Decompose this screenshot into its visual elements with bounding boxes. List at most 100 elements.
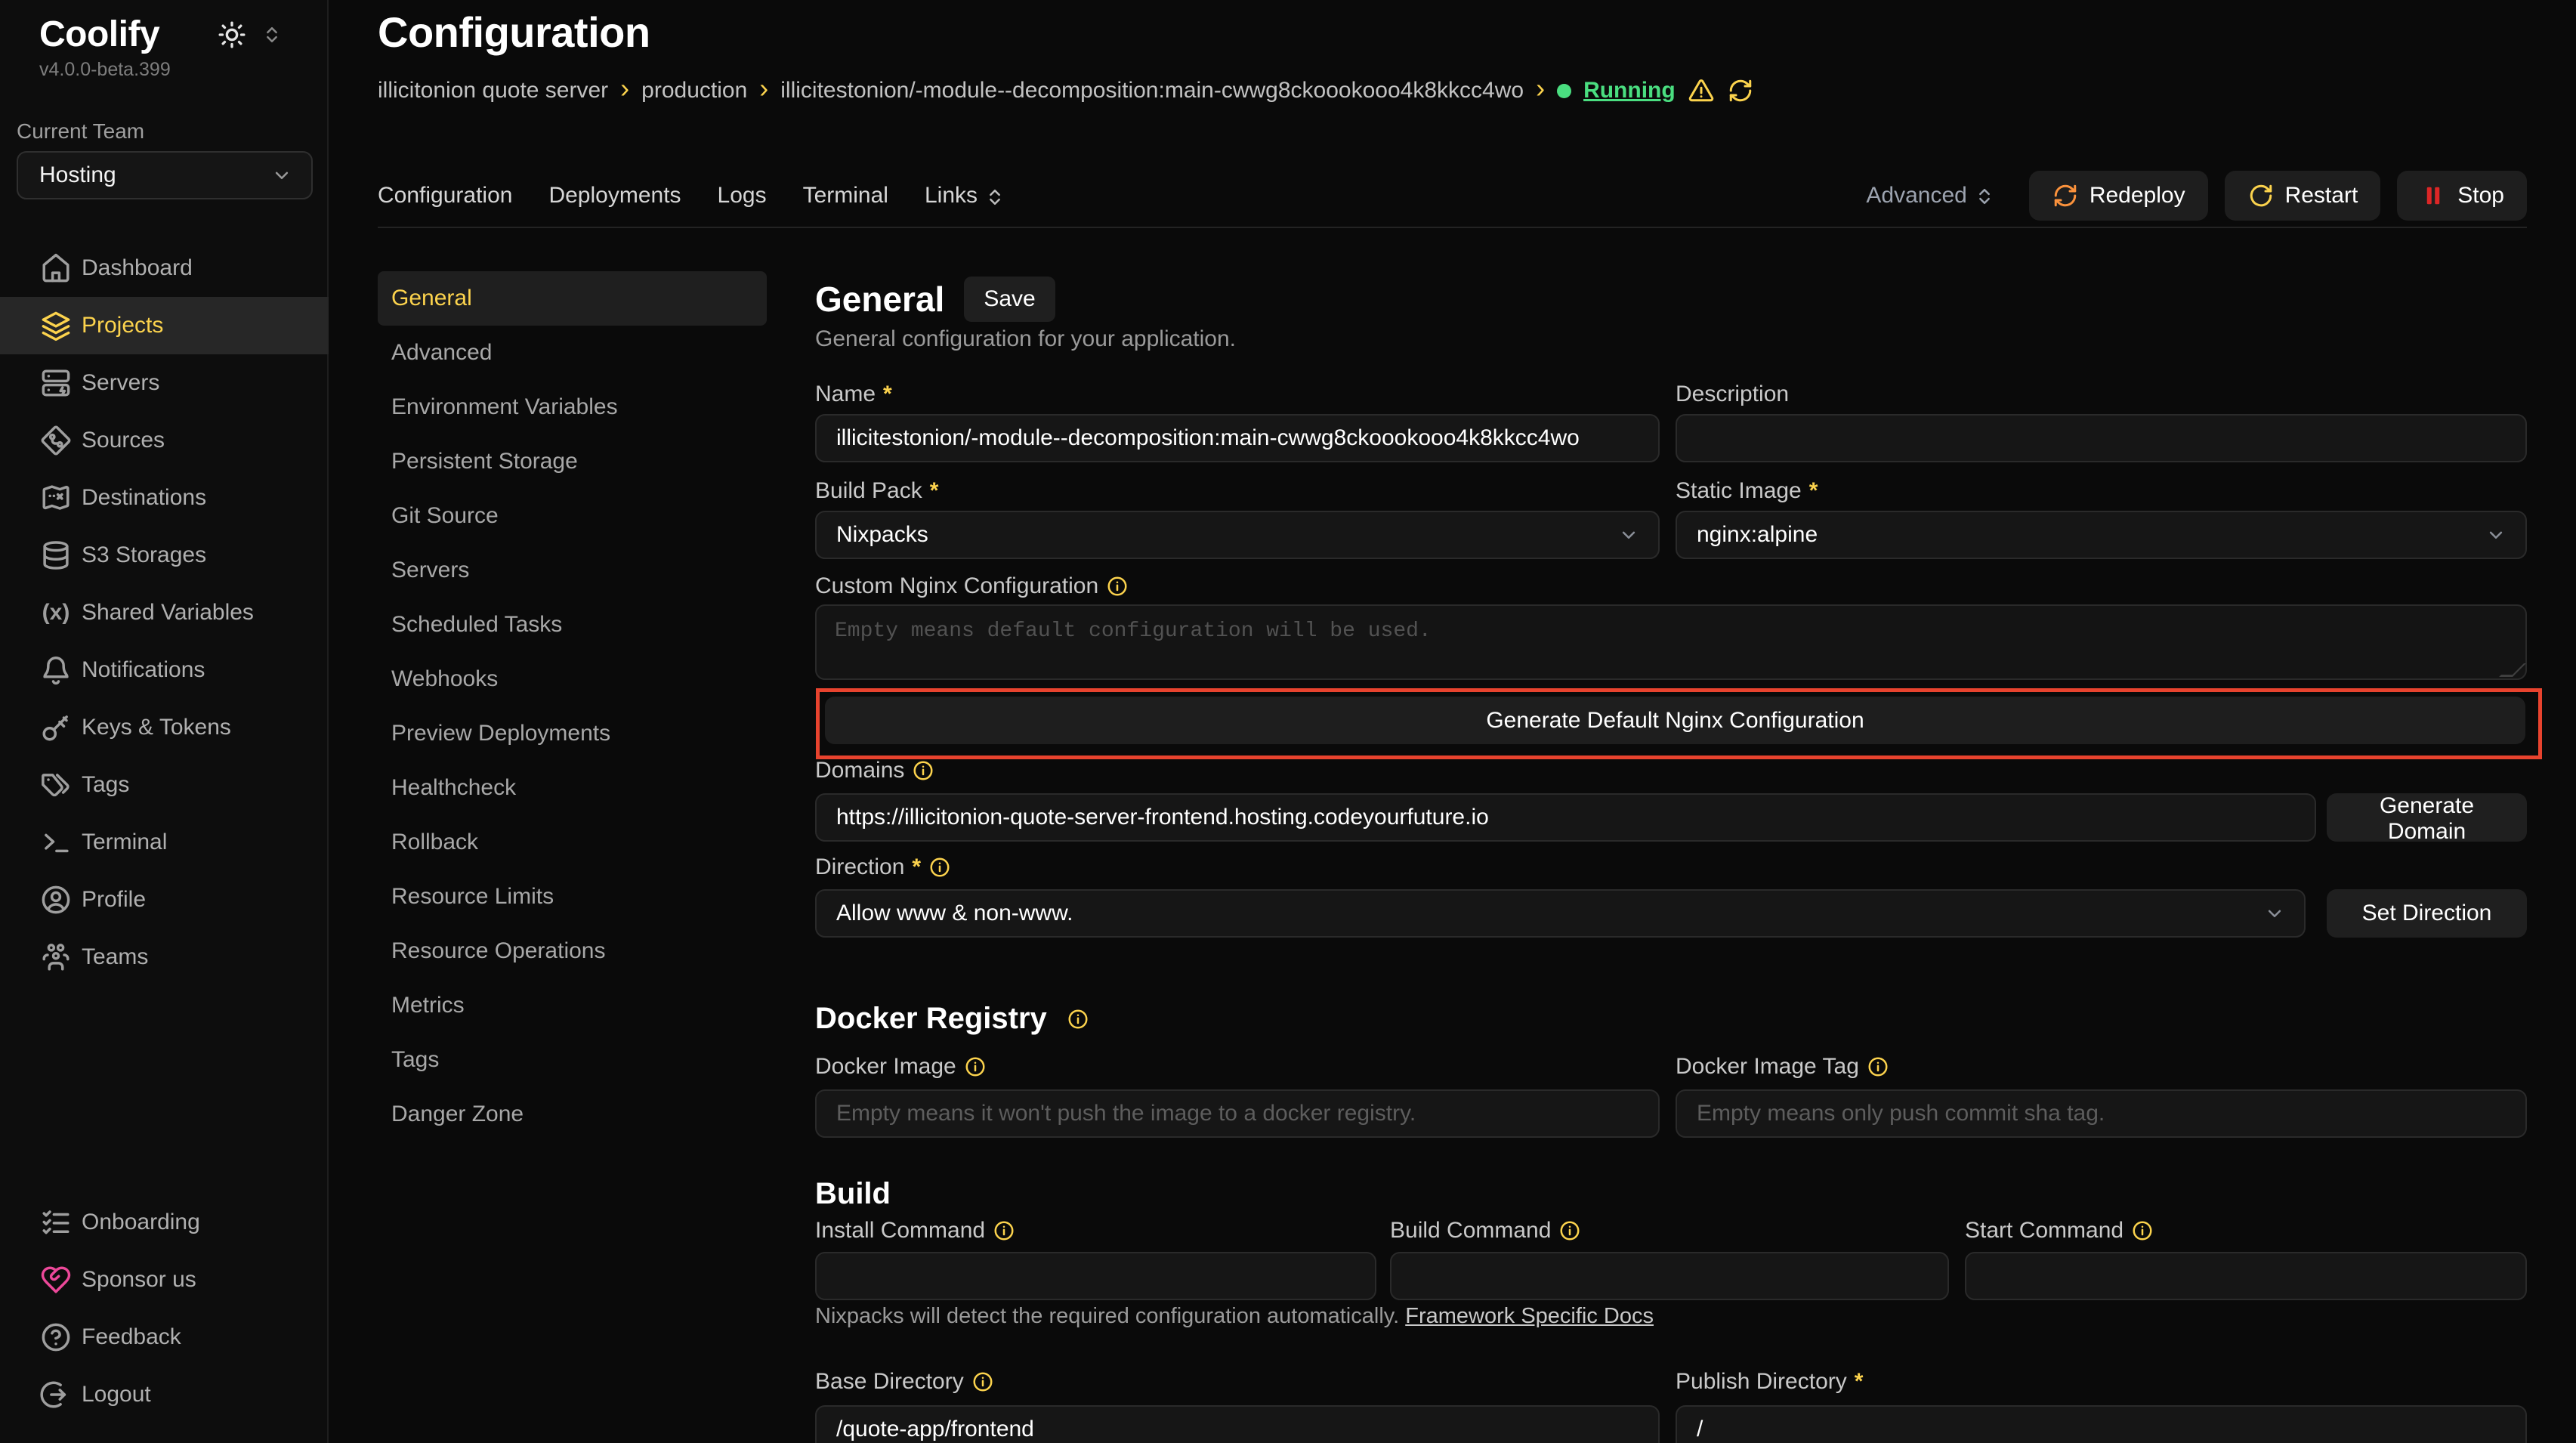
config-nav-healthcheck[interactable]: Healthcheck [378,761,767,815]
chevron-down-icon [1617,524,1640,546]
docker-image-input[interactable] [815,1089,1660,1138]
name-input[interactable] [815,414,1660,462]
build-command-input[interactable] [1390,1252,1949,1300]
config-nav-resource-limits[interactable]: Resource Limits [378,870,767,924]
checklist-icon [39,1206,73,1239]
info-icon[interactable] [928,856,951,879]
sidebar-item-teams[interactable]: Teams [0,929,329,986]
sidebar-item-tags[interactable]: Tags [0,756,329,814]
sidebar-item-keys-tokens[interactable]: Keys & Tokens [0,699,329,756]
current-team-label: Current Team [17,119,144,144]
general-subtitle: General configuration for your applicati… [815,326,1236,352]
docker-image-tag-input[interactable] [1676,1089,2527,1138]
sidebar-item-onboarding[interactable]: Onboarding [0,1194,329,1251]
chevron-down-icon [2485,524,2507,546]
start-command-input[interactable] [1965,1252,2527,1300]
info-icon[interactable] [971,1370,994,1393]
build-pack-value: Nixpacks [836,522,1617,548]
config-nav-rollback[interactable]: Rollback [378,815,767,870]
tab-deployments[interactable]: Deployments [548,183,681,209]
sidebar-nav: DashboardProjectsServersSourcesDestinati… [0,239,329,986]
sidebar-item-feedback[interactable]: Feedback [0,1309,329,1366]
static-image-value: nginx:alpine [1697,522,2485,548]
build-heading: Build [815,1177,891,1211]
info-icon[interactable] [1558,1219,1581,1242]
logout-icon [39,1378,73,1411]
framework-docs-link[interactable]: Framework Specific Docs [1405,1304,1654,1328]
sidebar-item-label: Terminal [82,830,167,855]
base-directory-label: Base Directory [815,1369,964,1395]
config-nav-persistent-storage[interactable]: Persistent Storage [378,434,767,489]
breadcrumb-segment[interactable]: illicitonion quote server [378,78,608,104]
config-nav-webhooks[interactable]: Webhooks [378,652,767,706]
sidebar-item-label: Shared Variables [82,600,254,626]
config-nav-servers[interactable]: Servers [378,543,767,598]
sidebar-item-dashboard[interactable]: Dashboard [0,239,329,297]
help-circle-icon [39,1321,73,1354]
info-icon[interactable] [964,1055,987,1078]
chevron-down-icon [270,164,293,187]
page-title: Configuration [378,8,650,57]
sidebar-item-sources[interactable]: Sources [0,412,329,469]
publish-directory-input[interactable] [1676,1405,2527,1443]
description-input[interactable] [1676,414,2527,462]
info-icon[interactable] [2131,1219,2154,1242]
theme-sun-icon[interactable] [217,20,247,50]
config-nav-tags[interactable]: Tags [378,1033,767,1087]
sidebar-item-shared-variables[interactable]: (x) Shared Variables [0,584,329,641]
generate-nginx-config-button[interactable]: Generate Default Nginx Configuration [825,697,2525,744]
publish-directory-label: Publish Directory [1676,1369,1847,1395]
tab-label: Logs [718,183,767,209]
required-asterisk: * [930,478,939,504]
config-nav-metrics[interactable]: Metrics [378,978,767,1033]
info-icon[interactable] [1867,1055,1889,1078]
config-nav-git-source[interactable]: Git Source [378,489,767,543]
tab-configuration[interactable]: Configuration [378,183,512,209]
sidebar-item-terminal[interactable]: Terminal [0,814,329,871]
info-icon[interactable] [1067,1008,1089,1030]
domains-input[interactable] [815,793,2316,842]
config-nav-general[interactable]: General [378,271,767,326]
config-nav-advanced[interactable]: Advanced [378,326,767,380]
build-pack-select[interactable]: Nixpacks [815,511,1660,559]
set-direction-button[interactable]: Set Direction [2327,889,2527,938]
team-select[interactable]: Hosting [17,151,313,199]
domains-label: Domains [815,758,904,783]
base-directory-input[interactable] [815,1405,1660,1443]
sidebar-item-destinations[interactable]: Destinations [0,469,329,527]
nginx-config-textarea[interactable] [815,604,2527,680]
sidebar-item-sponsor-us[interactable]: Sponsor us [0,1251,329,1309]
sidebar-item-servers[interactable]: Servers [0,354,329,412]
sidebar-item-profile[interactable]: Profile [0,871,329,929]
info-icon[interactable] [912,759,934,782]
info-icon[interactable] [993,1219,1015,1242]
install-command-input[interactable] [815,1252,1376,1300]
static-image-select[interactable]: nginx:alpine [1676,511,2527,559]
theme-switcher-chevrons-icon[interactable] [261,23,283,46]
direction-select[interactable]: Allow www & non-www. [815,889,2306,938]
breadcrumb-segment[interactable]: production [641,78,747,104]
config-nav-danger-zone[interactable]: Danger Zone [378,1087,767,1142]
sidebar-item-projects[interactable]: Projects [0,297,329,354]
config-nav-preview-deployments[interactable]: Preview Deployments [378,706,767,761]
config-nav-scheduled-tasks[interactable]: Scheduled Tasks [378,598,767,652]
docker-registry-heading: Docker Registry [815,1002,1047,1036]
docker-image-tag-label: Docker Image Tag [1676,1054,1859,1080]
description-label: Description [1676,382,1789,407]
sidebar-item-label: S3 Storages [82,542,206,568]
braces-x-icon: (x) [39,596,73,629]
config-nav-environment-variables[interactable]: Environment Variables [378,380,767,434]
sidebar-item-logout[interactable]: Logout [0,1366,329,1423]
sidebar-item-label: Profile [82,887,146,913]
tab-logs[interactable]: Logs [718,183,767,209]
sidebar-item-notifications[interactable]: Notifications [0,641,329,699]
server-icon [39,366,73,400]
info-icon[interactable] [1106,575,1129,598]
generate-domain-button[interactable]: Generate Domain [2327,793,2527,842]
team-select-value: Hosting [39,162,270,188]
config-nav-resource-operations[interactable]: Resource Operations [378,924,767,978]
sidebar-item-label: Teams [82,944,148,970]
sidebar-item-s3-storages[interactable]: S3 Storages [0,527,329,584]
breadcrumb-separator: › [620,77,629,104]
save-button[interactable]: Save [964,277,1055,322]
